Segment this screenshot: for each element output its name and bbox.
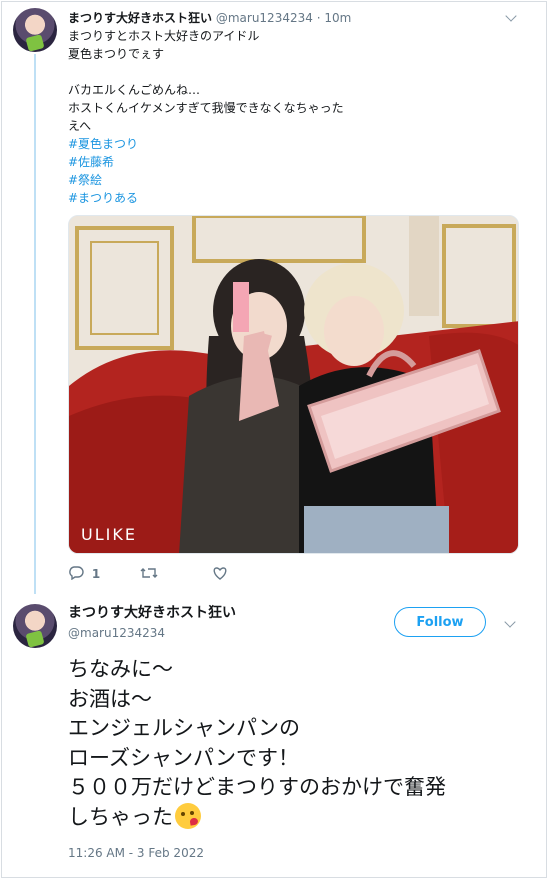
text-line: 夏色まつりでぇす <box>68 47 165 61</box>
separator: · <box>316 11 321 25</box>
user-handle[interactable]: @maru1234234 <box>216 11 313 25</box>
display-name[interactable]: まつりす大好きホスト狂い <box>68 602 236 622</box>
relative-time[interactable]: 10m <box>324 11 351 25</box>
text-line: ５００万だけどまつりすのおかけで奮発 <box>68 775 446 799</box>
hashtag-link[interactable]: #まつりある <box>68 189 344 207</box>
reply-button[interactable]: 1 <box>68 566 100 581</box>
face-blowing-kiss-icon <box>175 802 201 829</box>
photo-illustration: ULIKE <box>69 216 518 553</box>
tweet-text: まつりすとホスト大好きのアイドル 夏色まつりでぇす バカエルくんごめんね… ホス… <box>68 27 344 207</box>
text-line-with-emoji: しちゃった <box>68 802 446 833</box>
tweet-photo[interactable]: ULIKE <box>68 215 519 554</box>
hashtag-link[interactable]: #祭絵 <box>68 171 344 189</box>
avatar[interactable] <box>13 604 57 648</box>
text-line: お酒は〜 <box>68 686 152 711</box>
text-line: まつりすとホスト大好きのアイドル <box>68 29 260 43</box>
follow-button[interactable]: Follow <box>394 607 486 637</box>
user-handle[interactable]: @maru1234234 <box>68 626 236 640</box>
text-line: えへ <box>68 119 92 133</box>
tweet-header: まつりす大好きホスト狂い @maru1234234 <box>68 602 236 640</box>
tweet-timestamp[interactable]: 11:26 AM - 3 Feb 2022 <box>68 846 204 860</box>
text-line: しちゃった <box>68 804 173 829</box>
text-line: バカエルくんごめんね… <box>68 83 201 97</box>
hashtag-link[interactable]: #佐藤希 <box>68 153 344 171</box>
heart-icon <box>213 567 227 580</box>
display-name[interactable]: まつりす大好きホスト狂い <box>68 11 212 25</box>
retweet-icon <box>140 568 158 578</box>
text-line: ローズシャンパンです！ <box>68 745 299 770</box>
text-line <box>68 63 344 81</box>
avatar[interactable] <box>13 8 57 52</box>
like-button[interactable] <box>212 566 228 581</box>
reply-count: 1 <box>91 567 101 581</box>
tweet-text: ちなみに〜 お酒は〜 エンジェルシャンパンの ローズシャンパンです！ ５００万だ… <box>68 655 446 832</box>
hashtag-link[interactable]: #夏色まつり <box>68 135 344 153</box>
watermark-text: ULIKE <box>81 525 137 544</box>
text-line: ちなみに〜 <box>68 657 173 681</box>
text-line: エンジェルシャンパンの <box>68 716 301 740</box>
reply-icon <box>69 566 84 581</box>
tweet-header: まつりす大好きホスト狂い @maru1234234 · 10m <box>68 9 351 26</box>
thread-connector <box>34 54 36 594</box>
text-line: ホストくんイケメンすぎて我慢できなくなちゃった <box>68 101 344 115</box>
retweet-button[interactable] <box>140 566 158 581</box>
